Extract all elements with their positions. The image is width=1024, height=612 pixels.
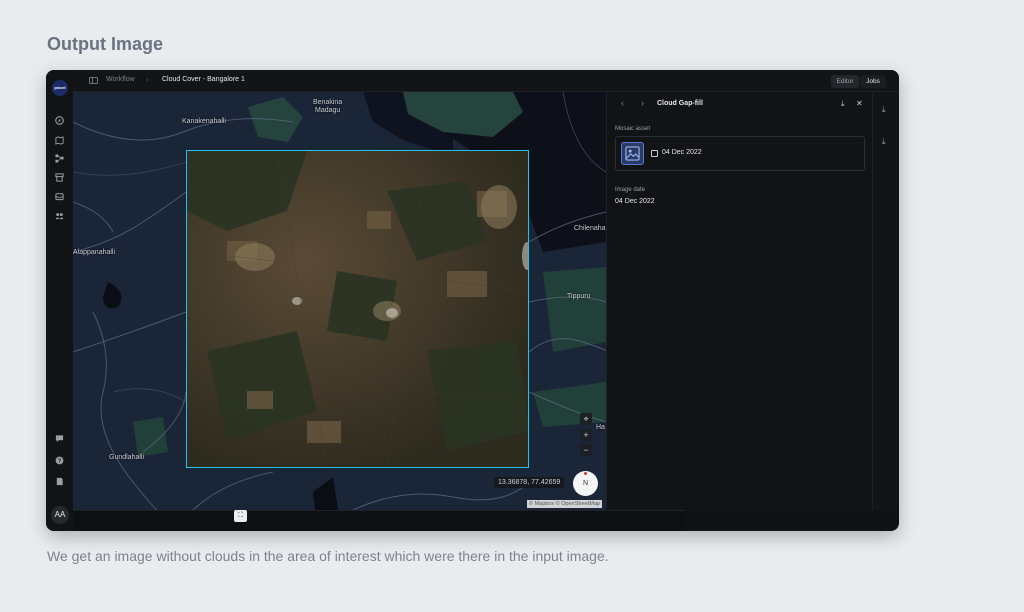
store-icon[interactable] <box>55 173 64 182</box>
compass-button[interactable]: N <box>573 471 598 496</box>
zoom-out-button[interactable]: − <box>580 444 592 456</box>
left-rail: pixxel ? AA <box>46 70 73 531</box>
svg-text:?: ? <box>58 459 62 465</box>
map-label-ha: Ha <box>596 424 605 431</box>
tab-jobs[interactable]: Jobs <box>860 75 886 88</box>
mosaic-asset-label: Mosaic asset <box>615 126 651 132</box>
image-date-label: Image date <box>615 187 646 193</box>
mosaic-asset-card[interactable]: 04 Dec 2022 <box>615 136 865 171</box>
tab-editor[interactable]: Editor <box>831 75 859 88</box>
map-canvas[interactable]: Benakina Madagu Kanakenahalli Alappanaha… <box>73 92 606 510</box>
slide-title: Output Image <box>47 34 163 54</box>
download-icon[interactable]: ⤓ <box>882 137 886 147</box>
coordinate-readout: 13.36878, 77.42659 <box>494 477 565 488</box>
fullscreen-button[interactable]: ⛶ <box>234 510 247 522</box>
breadcrumb-current: Cloud Cover - Bangalore 1 <box>162 76 245 83</box>
download-icon[interactable]: ⤓ <box>841 99 845 109</box>
close-icon[interactable]: ✕ <box>856 99 863 108</box>
top-bar: Workflow › Cloud Cover - Bangalore 1 Edi… <box>73 70 899 92</box>
back-button[interactable]: ‹ <box>621 98 624 108</box>
team-icon[interactable] <box>55 211 64 220</box>
map-label-gundlahalli: Gundlahalli <box>109 454 145 461</box>
breadcrumb-workflow[interactable]: Workflow <box>106 76 135 83</box>
aoi-satellite-image[interactable] <box>186 150 529 468</box>
satellite-image <box>187 151 528 467</box>
app-window: pixxel ? AA Workflow › Cloud Cover - Ban… <box>46 70 899 531</box>
map-label-alappanahalli: Alappanahalli <box>73 249 116 256</box>
breadcrumb-separator: › <box>146 75 149 84</box>
workflow-icon[interactable] <box>55 154 64 163</box>
map-attribution[interactable]: © Mapbox © OpenStreetMap <box>527 500 603 508</box>
locate-button[interactable]: ⌖ <box>580 413 592 425</box>
map-label-madagu: Madagu <box>315 107 341 114</box>
side-panel: ‹ › Cloud Gap-fill ⤓ ✕ Mosaic asset 04 D… <box>606 92 872 510</box>
image-placeholder-icon <box>621 142 644 165</box>
map-label-tippuru: Tippuru <box>567 293 591 300</box>
sidebar-toggle-icon[interactable] <box>89 77 98 84</box>
help-icon[interactable]: ? <box>55 456 64 465</box>
slide-caption: We get an image without clouds in the ar… <box>47 548 609 564</box>
mosaic-date: 04 Dec 2022 <box>662 149 702 156</box>
download-icon[interactable]: ⤓ <box>882 105 886 115</box>
panel-title: Cloud Gap-fill <box>657 100 703 107</box>
inbox-icon[interactable] <box>55 192 64 201</box>
zoom-in-button[interactable]: + <box>580 429 592 441</box>
forward-button[interactable]: › <box>641 98 644 108</box>
docs-icon[interactable] <box>55 477 64 486</box>
map-footer <box>73 510 685 531</box>
map-label-kanakenahalli: Kanakenahalli <box>182 118 226 125</box>
app-logo[interactable]: pixxel <box>52 80 68 96</box>
right-toolbar: ⤓ ⤓ <box>872 92 899 510</box>
calendar-icon <box>651 150 658 157</box>
compass-icon[interactable] <box>55 116 64 125</box>
map-label-benakina: Benakina <box>313 99 343 106</box>
map-label-chilenahalli: Chilenaha <box>574 225 606 232</box>
map-icon[interactable] <box>55 136 64 145</box>
avatar[interactable]: AA <box>51 506 69 524</box>
image-date-value: 04 Dec 2022 <box>615 198 655 205</box>
feedback-icon[interactable] <box>55 434 64 443</box>
